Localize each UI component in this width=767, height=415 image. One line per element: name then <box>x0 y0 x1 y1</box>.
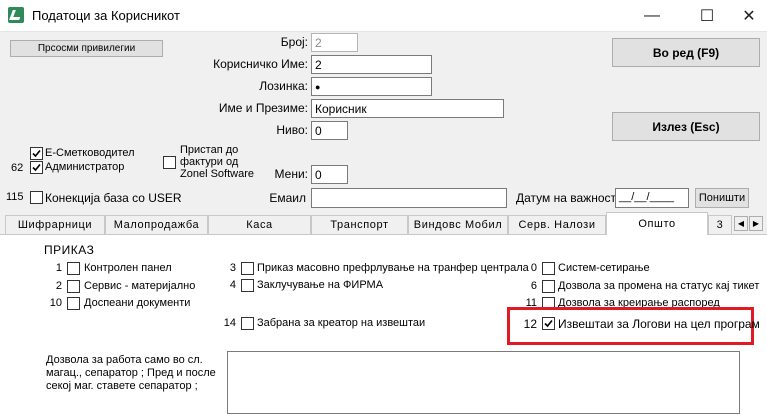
accountant-checkbox[interactable] <box>30 147 43 160</box>
control-panel-checkbox[interactable] <box>67 262 80 275</box>
item-number: 12 <box>523 317 537 331</box>
valid-date-label: Датум на важност <box>516 191 616 205</box>
mass-transfer-checkbox[interactable] <box>241 262 254 275</box>
mass-transfer-label: Приказ масовно префрлување на транфер це… <box>257 262 529 274</box>
lock-firm-label: Заклучување на ФИРМА <box>257 279 384 291</box>
ticket-status-label: Дозвола за промена на статус кај тикет <box>558 280 760 292</box>
lock-firm-checkbox[interactable] <box>241 279 254 292</box>
due-documents-label: Доспеани документи <box>84 297 191 309</box>
tab-more[interactable]: 3 <box>708 215 732 234</box>
system-setup-checkbox[interactable] <box>542 262 555 275</box>
tab-cash[interactable]: Каса <box>208 215 311 234</box>
conn-checkbox[interactable] <box>30 191 43 204</box>
conn-label: Конекција база со USER <box>45 191 182 205</box>
accountant-label: Е-Сметководител <box>45 147 135 159</box>
tab-general[interactable]: Општо <box>606 212 708 235</box>
invoice-access-label: Пристап до фактури од Zonel Software <box>180 144 254 180</box>
item-number: 0 <box>530 262 537 274</box>
service-material-label: Сервис - материјално <box>84 280 196 292</box>
maximize-button[interactable]: ☐ <box>684 0 730 31</box>
item-number: 2 <box>55 280 62 292</box>
control-panel-label: Контролен панел <box>84 262 172 274</box>
close-button[interactable]: ✕ <box>726 0 767 31</box>
item-number: 3 <box>229 262 236 274</box>
tab-scroll-left-icon[interactable]: ◀ <box>734 216 748 231</box>
fullname-label: Име и Презиме: <box>218 101 308 115</box>
item-number: 1 <box>55 262 62 274</box>
warehouse-permission-field[interactable] <box>227 351 740 414</box>
logs-report-label: Извештаи за Логови на цел програм <box>558 317 760 331</box>
username-field[interactable]: 2 <box>311 55 432 74</box>
admin-checkbox[interactable] <box>30 161 43 174</box>
exit-button[interactable]: Излез (Esc) <box>612 112 760 141</box>
item-number: 10 <box>49 297 62 309</box>
due-documents-checkbox[interactable] <box>67 297 80 310</box>
tab-scroll-right-icon[interactable]: ▶ <box>749 216 763 231</box>
item-number: 6 <box>530 280 537 292</box>
system-setup-label: Систем-сетирање <box>558 262 650 274</box>
level-label: Ниво: <box>276 123 308 137</box>
number-field[interactable]: 2 <box>311 33 358 52</box>
admin-number: 62 <box>11 162 24 174</box>
view-privileges-button[interactable]: Прсосми привилегии <box>10 40 163 57</box>
report-creator-ban-label: Забрана за креатор на извештаи <box>257 317 426 329</box>
window-title: Податоци за Корисникот <box>32 8 180 23</box>
username-label: Корисничко Име: <box>213 57 308 71</box>
email-field[interactable] <box>311 188 507 208</box>
logs-report-checkbox[interactable] <box>542 317 555 330</box>
password-field[interactable]: ● <box>311 77 432 96</box>
valid-date-field[interactable]: __/__/____ <box>615 188 689 208</box>
password-label: Лозинка: <box>259 79 308 93</box>
item-number: 14 <box>223 317 236 329</box>
service-material-checkbox[interactable] <box>67 280 80 293</box>
fullname-field[interactable]: Корисник <box>311 99 504 118</box>
clear-button[interactable]: Поништи <box>695 188 749 208</box>
ticket-status-checkbox[interactable] <box>542 280 555 293</box>
tab-codebooks[interactable]: Шифрарници <box>5 215 105 234</box>
minimize-button[interactable]: — <box>629 0 675 31</box>
app-logo-icon <box>8 7 24 23</box>
level-field[interactable]: 0 <box>311 121 348 140</box>
tab-service-orders[interactable]: Серв. Налози <box>508 215 606 234</box>
report-creator-ban-checkbox[interactable] <box>241 317 254 330</box>
number-label: Број: <box>280 35 308 49</box>
section-heading: ПРИКАЗ <box>44 243 95 257</box>
tab-transport[interactable]: Транспорт <box>311 215 408 234</box>
menus-field[interactable]: 0 <box>311 165 348 184</box>
item-number: 4 <box>229 279 236 291</box>
ok-button[interactable]: Во ред (F9) <box>612 38 760 67</box>
conn-number: 115 <box>6 191 24 203</box>
tab-windows-mobile[interactable]: Виндовс Мобил <box>408 215 508 234</box>
tab-retail[interactable]: Малопродажба <box>105 215 208 234</box>
warehouse-permission-note: Дозвола за работа само во сл. магац., се… <box>46 354 216 392</box>
admin-label: Администратор <box>45 161 125 173</box>
email-label: Емаил <box>269 191 306 205</box>
invoice-access-checkbox[interactable] <box>163 156 176 169</box>
